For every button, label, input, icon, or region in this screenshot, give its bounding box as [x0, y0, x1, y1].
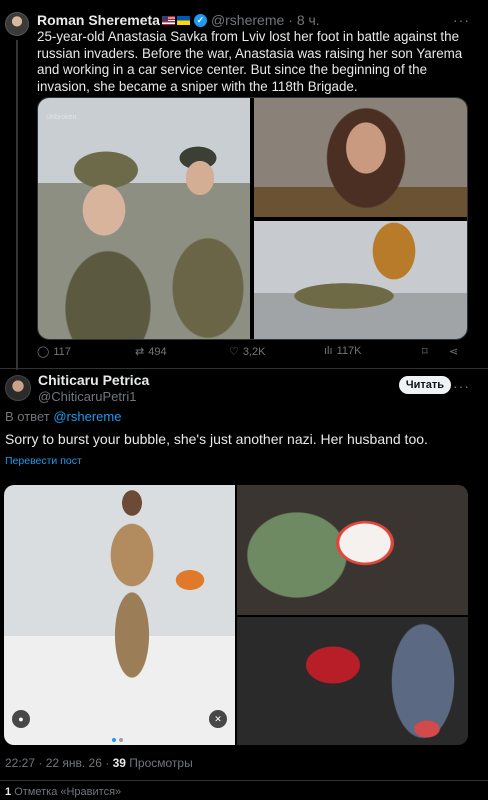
reply-media-grid[interactable]: ● ✕ — [4, 485, 468, 745]
reply-author-name[interactable]: Chiticaru Petrica — [38, 372, 149, 388]
bar-chart-icon: ılı — [324, 345, 333, 357]
reply-likes-label: Отметка «Нравится» — [14, 786, 122, 798]
repost-count: 494 — [148, 345, 167, 358]
views-count: 117K — [336, 345, 362, 357]
reply-views-count: 39 — [112, 756, 126, 770]
views-action[interactable]: ılı 117K — [324, 345, 361, 357]
divider — [0, 780, 488, 781]
photo-rehab[interactable] — [254, 221, 467, 339]
more-options-icon[interactable]: ··· — [453, 12, 470, 28]
like-action[interactable]: ♡ 3,2K — [229, 345, 266, 359]
tweet-text: 25-year-old Anastasia Savka from Lviv lo… — [37, 29, 463, 94]
reply-action[interactable]: ◯ 117 — [37, 345, 71, 359]
ukraine-flag-icon — [176, 15, 190, 25]
heart-icon: ♡ — [229, 346, 239, 358]
mute-icon[interactable]: ✕ — [209, 710, 227, 728]
tweet-time[interactable]: · 8 ч. — [288, 12, 319, 28]
reply-more-options-icon[interactable]: ··· — [453, 378, 470, 394]
reply-icon: ◯ — [37, 346, 50, 358]
reply-views-label: Просмотры — [129, 756, 193, 770]
carousel-dots — [112, 738, 123, 742]
bookmark-action[interactable]: ⌑ — [422, 345, 428, 358]
replying-to: В ответ @rshereme — [5, 409, 121, 424]
reply-timestamp[interactable]: 22:27 · 22 янв. 26 · — [5, 756, 109, 770]
divider — [0, 368, 488, 369]
photo-roses[interactable] — [237, 617, 468, 745]
follow-button[interactable]: Читать — [399, 376, 451, 394]
carousel-dot — [119, 738, 123, 742]
tweet-header: Roman Sheremeta ✓ @rshereme · 8 ч. — [37, 11, 477, 29]
photo-portrait[interactable] — [254, 98, 467, 217]
carousel-dot — [112, 738, 116, 742]
reply-author-handle[interactable]: @ChiticaruPetri1 — [38, 389, 136, 404]
reply-likes[interactable]: 1 Отметка «Нравится» — [5, 786, 121, 798]
repost-action[interactable]: ⇄ 494 — [135, 345, 167, 359]
tweet-media-grid[interactable]: Unbroken — [37, 97, 468, 340]
reply-text: Sorry to burst your bubble, she's just a… — [5, 431, 428, 447]
reply-author-avatar[interactable] — [5, 375, 31, 401]
reply-prefix: В ответ — [5, 409, 50, 424]
share-icon: ⋖ — [449, 346, 459, 358]
reply-count: 117 — [53, 345, 71, 358]
photo-soldiers[interactable]: Unbroken — [38, 98, 250, 339]
like-count: 3,2K — [242, 345, 266, 358]
photo-watermark: Unbroken — [46, 114, 77, 121]
share-action[interactable]: ⋖ — [449, 345, 458, 358]
bookmark-icon: ⌑ — [422, 346, 428, 358]
photo-woman-standing[interactable]: ● ✕ — [4, 485, 235, 745]
repost-icon: ⇄ — [135, 346, 145, 358]
author-avatar[interactable] — [5, 12, 29, 36]
reply-likes-count: 1 — [5, 786, 12, 798]
photo-tattoo-closeup[interactable] — [237, 485, 468, 615]
translate-link[interactable]: Перевести пост — [5, 455, 82, 467]
us-flag-icon — [161, 15, 175, 25]
verified-badge-icon[interactable]: ✓ — [193, 13, 207, 27]
reply-meta: 22:27 · 22 янв. 26 · 39 Просмотры — [5, 756, 193, 770]
author-name[interactable]: Roman Sheremeta — [37, 12, 160, 28]
tweet-actions: ◯ 117 ⇄ 494 ♡ 3,2K ılı 117K ⌑ ⋖ — [37, 345, 468, 361]
reply-mention-link[interactable]: @rshereme — [53, 409, 121, 424]
thread-line — [16, 40, 18, 370]
author-handle[interactable]: @rshereme — [211, 12, 284, 28]
user-tag-icon[interactable]: ● — [12, 710, 30, 728]
